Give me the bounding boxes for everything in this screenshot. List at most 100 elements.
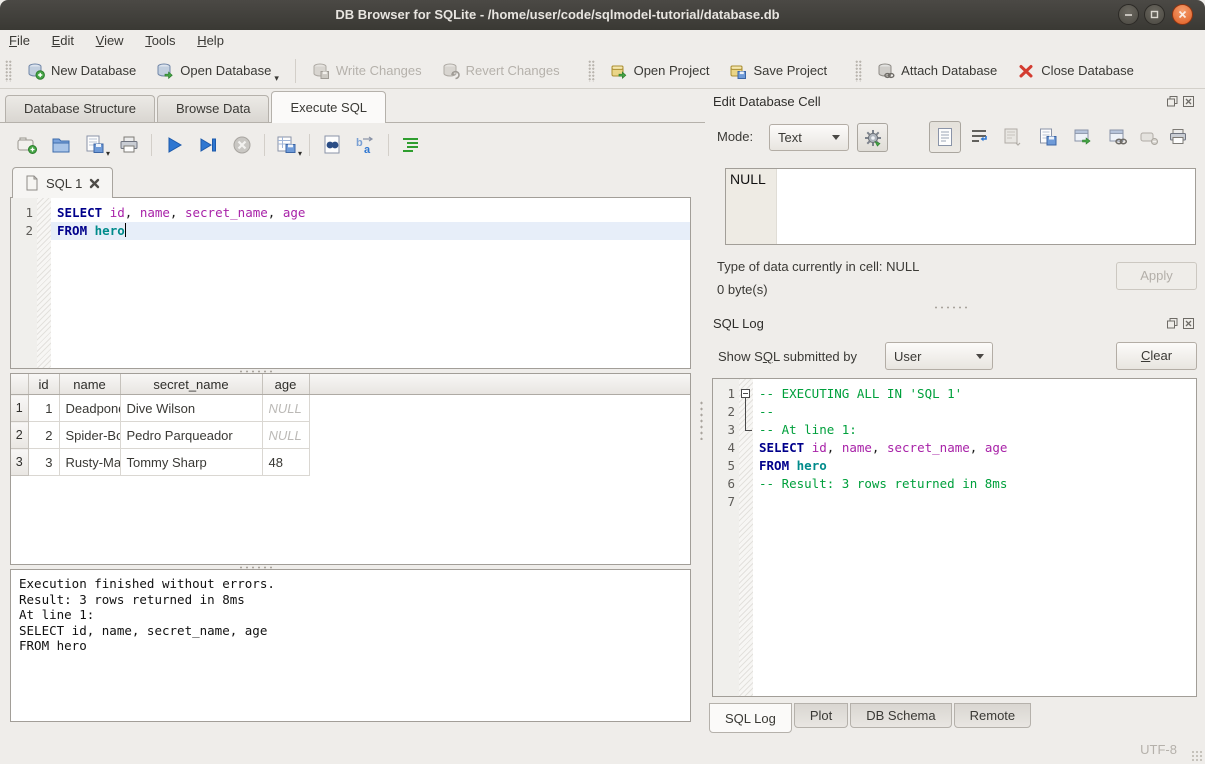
open-project-button[interactable]: Open Project — [600, 56, 720, 86]
find-button[interactable] — [321, 134, 343, 156]
sql-log-close-button[interactable] — [1182, 317, 1195, 330]
open-database-button[interactable]: Open Database ▾ — [146, 56, 289, 86]
tab-sql-log[interactable]: SQL Log — [709, 703, 792, 733]
tab-plot[interactable]: Plot — [794, 703, 848, 728]
cell[interactable]: 2 — [28, 422, 59, 449]
word-wrap-button[interactable] — [969, 127, 989, 150]
save-sql-dropdown-icon[interactable]: ▾ — [106, 149, 110, 158]
attach-database-button[interactable]: Attach Database — [867, 56, 1007, 86]
find-icon — [321, 134, 343, 156]
title-bar[interactable]: DB Browser for SQLite - /home/user/code/… — [0, 0, 1205, 31]
cell[interactable]: Spider-Boy — [59, 422, 120, 449]
row-header[interactable]: 2 — [11, 422, 28, 449]
close-button[interactable] — [1172, 4, 1193, 25]
log-filter-value: User — [894, 349, 921, 364]
edit-cell-close-button[interactable] — [1182, 95, 1195, 108]
cell-value-editor[interactable]: NULL — [725, 168, 1196, 245]
tab-execute-sql[interactable]: Execute SQL — [271, 91, 386, 123]
save-project-button[interactable]: Save Project — [719, 56, 837, 86]
sql-document-icon — [25, 175, 39, 191]
replace-button[interactable]: b a — [355, 134, 377, 156]
cell[interactable]: NULL — [262, 395, 309, 422]
cell[interactable]: Rusty-Man — [59, 449, 120, 476]
cell[interactable]: NULL — [262, 422, 309, 449]
new-database-icon — [27, 62, 45, 80]
close-database-button[interactable]: Close Database — [1007, 56, 1144, 86]
attach-database-icon — [877, 62, 895, 80]
log-filter-select[interactable]: User — [885, 342, 993, 370]
save-sql-file-button[interactable]: ▾ — [84, 134, 106, 156]
sql-file-tab[interactable]: SQL 1 — [12, 167, 113, 198]
cell[interactable]: Deadpond — [59, 395, 120, 422]
resize-grip[interactable] — [1191, 750, 1203, 762]
cell[interactable]: Dive Wilson — [120, 395, 262, 422]
new-sql-tab-button[interactable] — [16, 134, 38, 156]
toolbar-drag-handle[interactable] — [588, 60, 595, 82]
new-database-button[interactable]: New Database — [17, 56, 146, 86]
menu-item-file[interactable]: File — [0, 30, 39, 52]
save-results-button[interactable]: ▾ — [276, 134, 298, 156]
row-header[interactable]: 1 — [11, 395, 28, 422]
panel-splitter[interactable] — [699, 400, 704, 440]
tab-remote[interactable]: Remote — [954, 703, 1032, 728]
line-number: 4 — [713, 439, 735, 457]
format-sql-icon — [400, 134, 422, 156]
tab-database-structure[interactable]: Database Structure — [5, 95, 155, 122]
save-results-dropdown-icon[interactable]: ▾ — [298, 149, 302, 158]
print-sql-button[interactable] — [118, 134, 140, 156]
cell[interactable]: Tommy Sharp — [120, 449, 262, 476]
sql-log-editor[interactable]: 1234567 -- EXECUTING ALL IN 'SQL 1'---- … — [712, 378, 1197, 697]
close-database-icon — [1017, 62, 1035, 80]
cell-log-splitter[interactable] — [933, 305, 971, 310]
auto-apply-button[interactable] — [857, 123, 888, 152]
text-mode-button[interactable] — [929, 121, 961, 153]
line-number: 2 — [11, 222, 33, 240]
menu-item-help[interactable]: Help — [188, 30, 233, 52]
menu-item-edit[interactable]: Edit — [43, 30, 83, 52]
cell[interactable]: 1 — [28, 395, 59, 422]
execute-all-button[interactable] — [163, 134, 185, 156]
code-line: SELECT id, name, secret_name, age — [51, 204, 690, 222]
toolbar-drag-handle[interactable] — [5, 60, 12, 82]
mode-select[interactable]: Text — [769, 124, 849, 151]
sql-tab-close-icon[interactable] — [89, 178, 100, 189]
code-line: FROM hero — [51, 222, 690, 240]
column-header[interactable]: secret_name — [120, 374, 262, 395]
sql-editor[interactable]: 12 SELECT id, name, secret_name, ageFROM… — [10, 197, 691, 369]
export-data-button[interactable] — [1038, 127, 1058, 150]
fold-margin-cell — [37, 204, 51, 222]
sql-editor-text[interactable]: SELECT id, name, secret_name, ageFROM he… — [51, 198, 690, 368]
print-cell-button[interactable] — [1168, 127, 1188, 150]
column-header[interactable]: id — [28, 374, 59, 395]
sql-log-float-button[interactable] — [1166, 317, 1179, 330]
copy-link-button[interactable] — [1108, 127, 1128, 150]
open-external-button[interactable] — [1073, 127, 1093, 150]
tab-browse-data[interactable]: Browse Data — [157, 95, 269, 122]
column-header[interactable]: age — [262, 374, 309, 395]
results-grid[interactable]: idnamesecret_nameage 11DeadpondDive Wils… — [10, 373, 691, 565]
toolbar-separator — [388, 134, 389, 156]
sql-tab-label: SQL 1 — [46, 176, 82, 191]
maximize-button[interactable] — [1144, 4, 1165, 25]
cell[interactable]: Pedro Parqueador — [120, 422, 262, 449]
toolbar-drag-handle[interactable] — [855, 60, 862, 82]
log-text[interactable]: -- EXECUTING ALL IN 'SQL 1'---- At line … — [753, 379, 1196, 696]
format-sql-button[interactable] — [400, 134, 422, 156]
execution-message-panel[interactable]: Execution finished without errors. Resul… — [10, 569, 691, 722]
cell[interactable]: 3 — [28, 449, 59, 476]
clear-log-button[interactable]: Clear — [1116, 342, 1197, 370]
menu-item-view[interactable]: View — [87, 30, 133, 52]
menu-item-tools[interactable]: Tools — [136, 30, 184, 52]
open-database-dropdown-icon[interactable]: ▾ — [274, 73, 279, 84]
column-header[interactable]: name — [59, 374, 120, 395]
fold-marker[interactable] — [739, 385, 753, 403]
tab-db-schema[interactable]: DB Schema — [850, 703, 951, 728]
edit-cell-float-button[interactable] — [1166, 95, 1179, 108]
open-sql-file-button[interactable] — [50, 134, 72, 156]
results-corner-header[interactable] — [11, 374, 28, 395]
mode-value: Text — [778, 130, 802, 145]
minimize-button[interactable] — [1118, 4, 1139, 25]
row-header[interactable]: 3 — [11, 449, 28, 476]
cell[interactable]: 48 — [262, 449, 309, 476]
execute-line-button[interactable] — [197, 134, 219, 156]
